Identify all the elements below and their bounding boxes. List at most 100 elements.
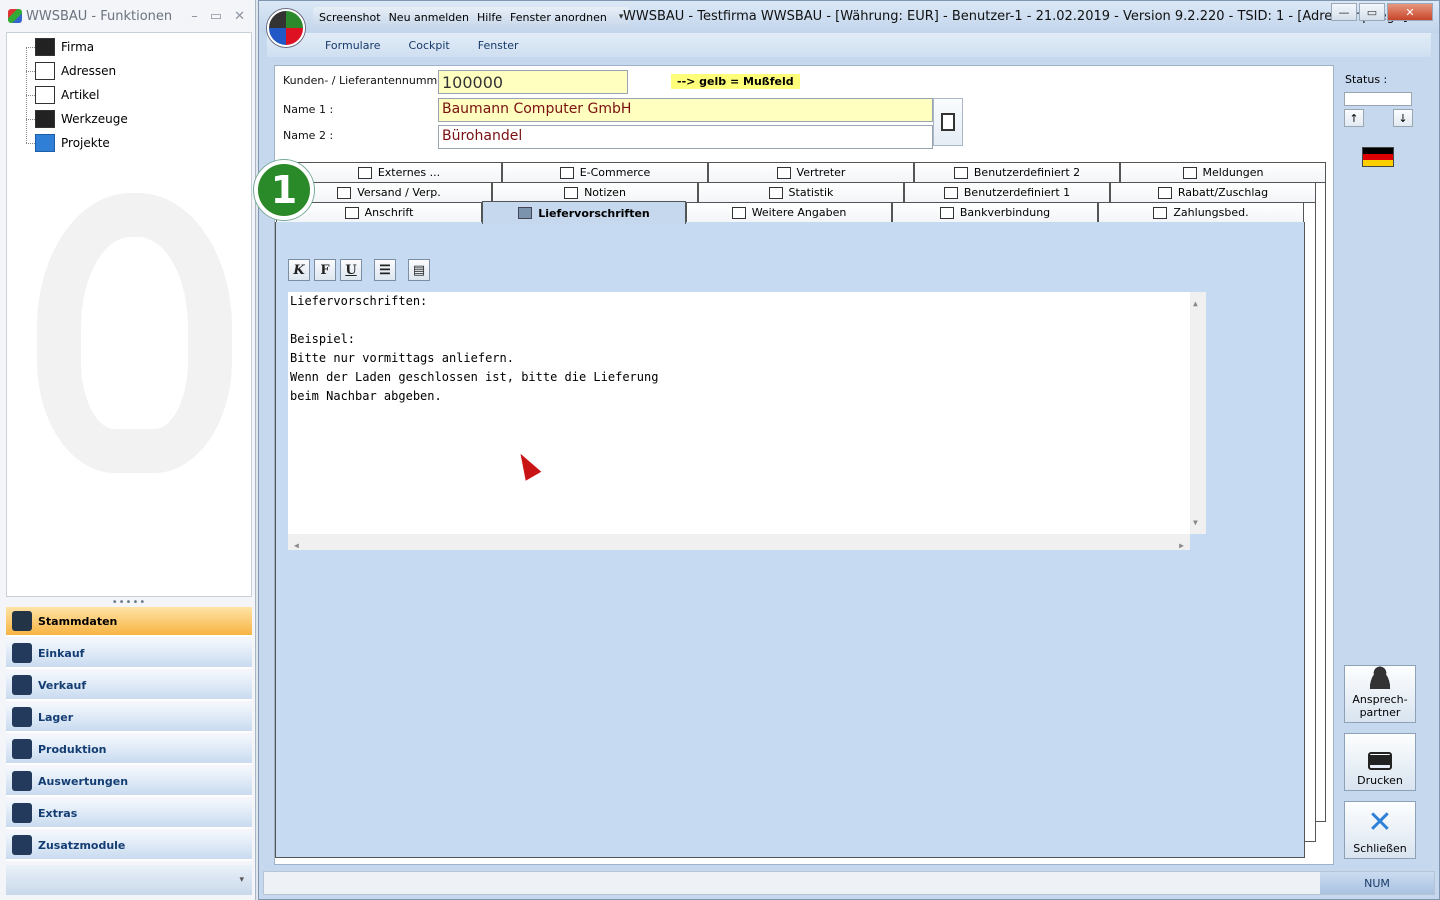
- tab-label: Statistik: [788, 186, 834, 199]
- maximize-button[interactable]: ▭: [1359, 3, 1385, 21]
- maximize-icon[interactable]: ▭: [210, 9, 222, 24]
- nav-auswertungen[interactable]: Auswertungen: [6, 767, 252, 797]
- tab-label: Benutzerdefiniert 2: [973, 166, 1081, 179]
- nav-verkauf[interactable]: Verkauf: [6, 671, 252, 701]
- functions-titlebar: WWSBAU - Funktionen – ▭ ✕: [0, 0, 255, 32]
- app-logo[interactable]: [267, 9, 305, 47]
- contact-person-button[interactable]: Ansprech- partner: [1344, 665, 1416, 723]
- tab-rabatt-zuschlag[interactable]: Rabatt/Zuschlag: [1110, 182, 1316, 202]
- tree-item-firma[interactable]: Firma: [35, 36, 94, 58]
- qa-fenster-anordnen[interactable]: Fenster anordnen: [510, 11, 607, 24]
- status-field[interactable]: [1344, 92, 1412, 106]
- close-icon[interactable]: ✕: [234, 9, 245, 24]
- tab-label: Notizen: [584, 186, 626, 199]
- note-icon: [564, 186, 579, 199]
- tab-zahlungsbed[interactable]: Zahlungsbed.: [1098, 202, 1304, 222]
- scroll-down-icon[interactable]: ▼: [1193, 513, 1198, 532]
- tree-item-adressen[interactable]: Adressen: [35, 60, 116, 82]
- tab-label: Versand / Verp.: [357, 186, 441, 199]
- users-icon: [943, 186, 958, 199]
- horizontal-scrollbar[interactable]: ◀ ▶: [288, 534, 1190, 550]
- chevron-down-icon[interactable]: ▾: [239, 875, 244, 885]
- nav-footer[interactable]: ▾: [6, 865, 252, 895]
- nav-label: Auswertungen: [38, 774, 129, 788]
- name2-input[interactable]: Bürohandel: [438, 125, 933, 149]
- quick-access-toolbar: Screenshot Neu anmelden Hilfe Fenster an…: [313, 7, 630, 27]
- move-down-button[interactable]: ↓: [1393, 109, 1413, 127]
- tab-versand[interactable]: Versand / Verp.: [286, 182, 492, 202]
- menu-fenster[interactable]: Fenster: [478, 39, 519, 52]
- tab-vertreter[interactable]: Vertreter: [708, 162, 914, 182]
- status-label: Status :: [1345, 73, 1388, 86]
- tree-item-projekte[interactable]: Projekte: [35, 132, 110, 154]
- editor-line: Wenn der Laden geschlossen ist, bitte di…: [290, 370, 659, 384]
- tab-label: Benutzerdefiniert 1: [963, 186, 1071, 199]
- close-x-icon: ✕: [1367, 805, 1393, 840]
- vertical-scrollbar[interactable]: ▲ ▼: [1190, 292, 1206, 534]
- underline-button[interactable]: U: [340, 259, 362, 281]
- project-icon: [35, 134, 55, 152]
- name1-input[interactable]: Baumann Computer GmbH: [438, 98, 933, 122]
- nav-produktion[interactable]: Produktion: [6, 735, 252, 765]
- qa-hilfe[interactable]: Hilfe: [477, 11, 502, 24]
- nav-stammdaten[interactable]: Stammdaten: [6, 607, 252, 637]
- scroll-right-icon[interactable]: ▶: [1179, 536, 1184, 555]
- bold-button[interactable]: F: [314, 259, 336, 281]
- bank-icon: [939, 206, 954, 219]
- tab-meldungen[interactable]: Meldungen: [1120, 162, 1326, 182]
- tab-e-commerce[interactable]: E-Commerce: [502, 162, 708, 182]
- copy-icon[interactable]: ▤: [408, 259, 430, 281]
- tab-label: Liefervorschriften: [538, 206, 650, 220]
- tab-weitere-angaben[interactable]: Weitere Angaben: [686, 202, 892, 222]
- delivery-instructions-editor[interactable]: Liefervorschriften: Beispiel: Bitte nur …: [288, 292, 1206, 550]
- nav-einkauf[interactable]: Einkauf: [6, 639, 252, 669]
- copy-address-button[interactable]: [933, 98, 963, 146]
- tab-benutzerdefiniert-1[interactable]: Benutzerdefiniert 1: [904, 182, 1110, 202]
- qa-screenshot[interactable]: Screenshot: [319, 11, 381, 24]
- print-button[interactable]: Drucken: [1344, 733, 1416, 791]
- tab-statistik[interactable]: Statistik: [698, 182, 904, 202]
- align-icon[interactable]: ☰: [374, 259, 396, 281]
- arrow-up-icon: ↑: [1349, 111, 1359, 125]
- minimize-button[interactable]: —: [1331, 3, 1357, 21]
- tab-benutzerdefiniert-2[interactable]: Benutzerdefiniert 2: [914, 162, 1120, 182]
- close-label: Schließen: [1353, 842, 1407, 855]
- functions-window: WWSBAU - Funktionen – ▭ ✕ Firma Adressen…: [0, 0, 256, 900]
- nav-extras[interactable]: Extras: [6, 799, 252, 829]
- tab-bankverbindung[interactable]: Bankverbindung: [892, 202, 1098, 222]
- menu-formulare[interactable]: Formulare: [325, 39, 381, 52]
- italic-button[interactable]: K: [288, 259, 310, 281]
- close-form-button[interactable]: ✕ Schließen: [1344, 801, 1416, 859]
- required-field-hint: --> gelb = Mußfeld: [671, 74, 800, 89]
- liefervorschriften-panel: K F U ☰ ▤ Liefervorschriften: Beispiel: …: [275, 222, 1305, 858]
- tab-notizen[interactable]: Notizen: [492, 182, 698, 202]
- nav-label: Lager: [38, 710, 74, 724]
- nav-zusatzmodule[interactable]: Zusatzmodule: [6, 831, 252, 861]
- panel-splitter[interactable]: •••••: [6, 597, 252, 608]
- tree-item-werkzeuge[interactable]: Werkzeuge: [35, 108, 128, 130]
- nav-lager[interactable]: Lager: [6, 703, 252, 733]
- german-flag-icon[interactable]: [1362, 147, 1394, 167]
- modules-icon: [12, 835, 32, 855]
- editor-line: Bitte nur vormittags anliefern.: [290, 351, 514, 365]
- minimize-icon[interactable]: –: [191, 9, 198, 24]
- nav-label: Stammdaten: [38, 614, 118, 628]
- person-icon: [776, 166, 791, 179]
- tab-label: E-Commerce: [579, 166, 651, 179]
- scroll-left-icon[interactable]: ◀: [294, 536, 299, 555]
- tree-item-artikel[interactable]: Artikel: [35, 84, 99, 106]
- close-button[interactable]: ✕: [1387, 3, 1433, 21]
- tab-liefervorschriften[interactable]: Liefervorschriften: [482, 201, 686, 224]
- menu-cockpit[interactable]: Cockpit: [409, 39, 450, 52]
- production-icon: [12, 739, 32, 759]
- kunden-nr-input[interactable]: 100000: [438, 70, 628, 94]
- scroll-up-icon[interactable]: ▲: [1193, 294, 1198, 313]
- basket-icon: [559, 166, 574, 179]
- cart-icon: [12, 643, 32, 663]
- qa-neu-anmelden[interactable]: Neu anmelden: [389, 11, 469, 24]
- format-toolbar: K F U ☰ ▤: [288, 259, 430, 281]
- tab-externes[interactable]: Externes ...: [296, 162, 502, 182]
- tab-label: Meldungen: [1202, 166, 1264, 179]
- move-up-button[interactable]: ↑: [1344, 109, 1364, 127]
- tree-item-label: Werkzeuge: [61, 112, 128, 126]
